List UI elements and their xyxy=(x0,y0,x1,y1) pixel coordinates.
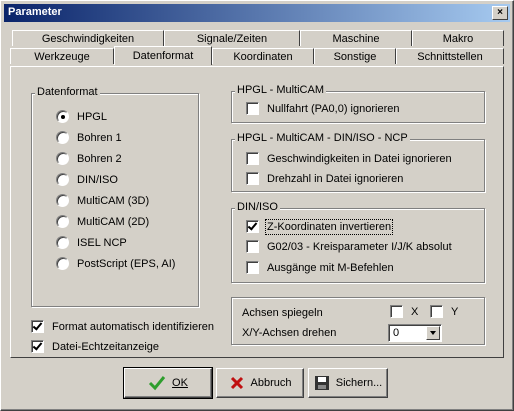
floppy-disk-icon xyxy=(314,376,329,390)
tab-sonstige[interactable]: Sonstige xyxy=(314,48,396,64)
hpgl-multicam-din-group: HPGL - MultiCAM - DIN/ISO - NCP Geschwin… xyxy=(231,132,485,192)
checkbox[interactable] xyxy=(246,172,259,185)
tab-schnittstellen[interactable]: Schnittstellen xyxy=(396,48,504,64)
datenformat-panel: Datenformat HPGL Bohren 1 Bohren 2 DIN/I… xyxy=(10,66,504,358)
window-title: Parameter xyxy=(8,6,62,18)
datenformat-legend: Datenformat xyxy=(35,86,100,98)
checkbox[interactable] xyxy=(246,240,259,253)
tab-werkzeuge[interactable]: Werkzeuge xyxy=(10,48,114,64)
radio-multicam-2d[interactable]: MultiCAM (2D) xyxy=(56,215,149,228)
radio-button[interactable] xyxy=(56,152,69,165)
tab-geschwindigkeiten[interactable]: Geschwindigkeiten xyxy=(12,30,164,46)
cancel-button[interactable]: Abbruch xyxy=(216,368,304,398)
din-iso-legend: DIN/ISO xyxy=(235,201,280,213)
checkbox[interactable] xyxy=(31,320,44,333)
close-button[interactable]: × xyxy=(492,6,508,20)
radio-button[interactable] xyxy=(56,194,69,207)
radio-din-iso[interactable]: DIN/ISO xyxy=(56,173,118,186)
radio-bohren-2[interactable]: Bohren 2 xyxy=(56,152,122,165)
checkmark-icon xyxy=(148,376,166,391)
ignore-speed-checkbox[interactable]: Geschwindigkeiten in Datei ignorieren xyxy=(246,152,452,165)
radio-button[interactable] xyxy=(56,131,69,144)
hpgl-multicam-din-legend: HPGL - MultiCAM - DIN/ISO - NCP xyxy=(235,132,410,144)
g02-g03-checkbox[interactable]: G02/03 - Kreisparameter I/J/K absolut xyxy=(246,240,452,253)
hpgl-multicam-legend: HPGL - MultiCAM xyxy=(235,84,326,96)
radio-hpgl[interactable]: HPGL xyxy=(56,110,107,123)
checkbox[interactable] xyxy=(430,305,443,318)
checkbox[interactable] xyxy=(246,220,259,233)
radio-isel-ncp[interactable]: ISEL NCP xyxy=(56,236,127,249)
checkbox[interactable] xyxy=(390,305,403,318)
m-commands-checkbox[interactable]: Ausgänge mit M-Befehlen xyxy=(246,261,394,274)
close-icon: × xyxy=(497,7,503,18)
mirror-x-checkbox[interactable]: X xyxy=(390,305,418,318)
checkbox[interactable] xyxy=(246,102,259,115)
radio-button[interactable] xyxy=(56,110,69,123)
hpgl-multicam-group: HPGL - MultiCAM Nullfahrt (PA0,0) ignori… xyxy=(231,84,485,123)
radio-bohren-1[interactable]: Bohren 1 xyxy=(56,131,122,144)
nullfahrt-checkbox[interactable]: Nullfahrt (PA0,0) ignorieren xyxy=(246,102,399,115)
radio-multicam-3d[interactable]: MultiCAM (3D) xyxy=(56,194,149,207)
realtime-display-checkbox[interactable]: Datei-Echtzeitanzeige xyxy=(31,340,159,353)
ok-button[interactable]: OK xyxy=(123,367,213,399)
checkbox[interactable] xyxy=(31,340,44,353)
chevron-down-icon[interactable] xyxy=(426,326,440,340)
tab-koordinaten[interactable]: Koordinaten xyxy=(212,48,314,64)
checkbox[interactable] xyxy=(246,152,259,165)
radio-button[interactable] xyxy=(56,236,69,249)
axes-group: Achsen spiegeln X Y X/Y-Achsen drehen 0 xyxy=(231,297,485,345)
save-button[interactable]: Sichern... xyxy=(308,368,388,398)
rotate-axes-label: X/Y-Achsen drehen xyxy=(242,327,337,339)
tab-maschine[interactable]: Maschine xyxy=(300,30,412,46)
tab-datenformat[interactable]: Datenformat xyxy=(114,46,212,65)
radio-button[interactable] xyxy=(56,257,69,270)
tab-makro[interactable]: Makro xyxy=(412,30,504,46)
datenformat-group: Datenformat HPGL Bohren 1 Bohren 2 DIN/I… xyxy=(31,86,199,307)
radio-button[interactable] xyxy=(56,173,69,186)
rotate-axes-select[interactable]: 0 xyxy=(388,324,442,342)
mirror-axes-label: Achsen spiegeln xyxy=(242,307,323,319)
radio-button[interactable] xyxy=(56,215,69,228)
x-icon xyxy=(230,376,243,390)
title-bar[interactable]: Parameter × xyxy=(4,4,510,22)
radio-postscript[interactable]: PostScript (EPS, AI) xyxy=(56,257,175,270)
din-iso-group: DIN/ISO Z-Koordinaten invertieren G02/03… xyxy=(231,201,485,283)
tab-signale-zeiten[interactable]: Signale/Zeiten xyxy=(164,30,300,46)
checkbox[interactable] xyxy=(246,261,259,274)
ignore-rpm-checkbox[interactable]: Drehzahl in Datei ignorieren xyxy=(246,172,403,185)
invert-z-checkbox[interactable]: Z-Koordinaten invertieren xyxy=(246,218,394,235)
auto-detect-checkbox[interactable]: Format automatisch identifizieren xyxy=(31,320,214,333)
mirror-y-checkbox[interactable]: Y xyxy=(430,305,458,318)
